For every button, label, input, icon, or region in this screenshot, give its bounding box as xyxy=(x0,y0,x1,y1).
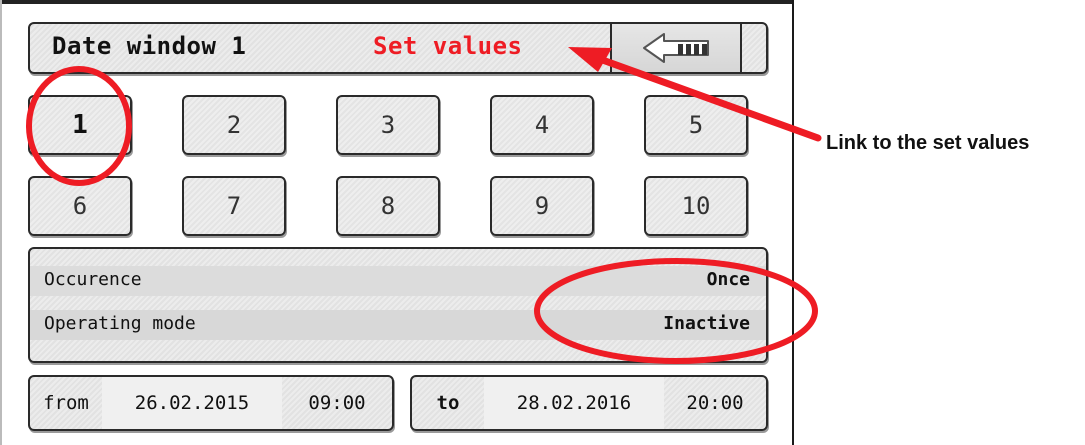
annotation-label: Link to the set values xyxy=(826,132,1030,154)
values-highlight-ellipse xyxy=(534,258,818,364)
annotation-arrow-line xyxy=(582,50,822,142)
annotation-overlay xyxy=(26,47,822,364)
selected-window-highlight-circle xyxy=(26,66,132,186)
